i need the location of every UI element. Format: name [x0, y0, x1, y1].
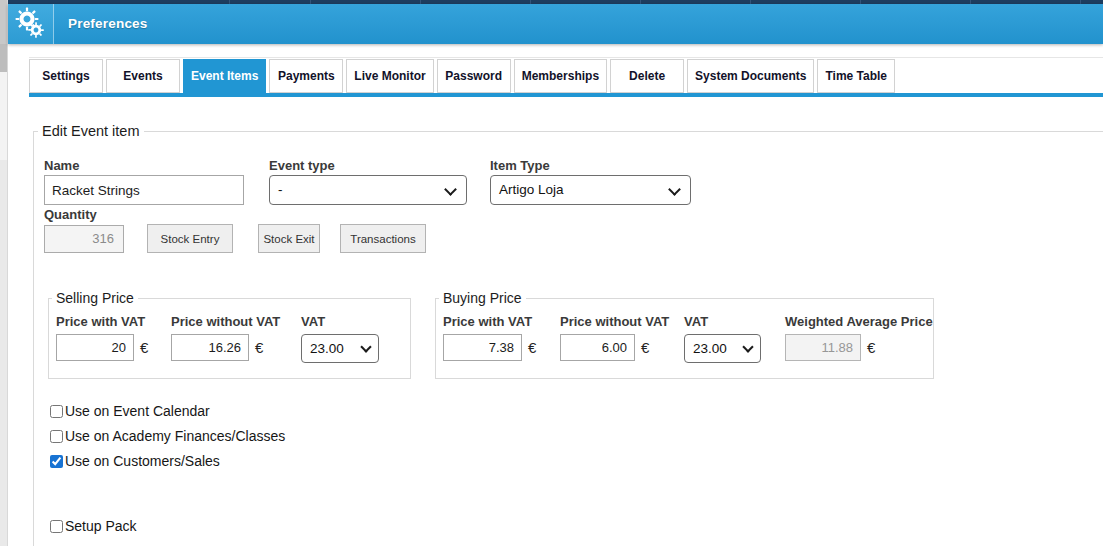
- use-on-academy-finances-checkbox[interactable]: [50, 430, 63, 443]
- tab-events[interactable]: Events: [106, 59, 180, 93]
- selling-vat-select[interactable]: 23.00: [301, 334, 379, 363]
- tab-time-table[interactable]: Time Table: [817, 59, 895, 93]
- tab-system-documents[interactable]: System Documents: [687, 59, 814, 93]
- chevron-down-icon: [742, 341, 753, 352]
- buying-vat-label: VAT: [684, 314, 785, 329]
- edit-event-item-section: Edit Event item Name Event type - Item T…: [33, 123, 1103, 546]
- window-edge-strip: [0, 0, 8, 546]
- tab-live-monitor[interactable]: Live Monitor: [346, 59, 433, 93]
- quantity-label: Quantity: [44, 207, 1103, 222]
- selling-price-with-vat-input[interactable]: [56, 334, 134, 361]
- use-on-event-calendar-row: Use on Event Calendar: [50, 404, 1103, 418]
- euro-symbol: €: [867, 339, 875, 356]
- buying-price-with-vat-input[interactable]: [443, 334, 522, 361]
- usage-options: Use on Event Calendar Use on Academy Fin…: [50, 404, 1103, 533]
- edit-event-item-legend: Edit Event item: [38, 123, 144, 139]
- buying-price-without-vat-label: Price without VAT: [560, 314, 684, 329]
- buying-price-without-vat-input[interactable]: [560, 334, 635, 361]
- item-type-label: Item Type: [490, 158, 691, 173]
- active-tab-underline: [29, 93, 1103, 97]
- event-type-select[interactable]: -: [269, 175, 467, 205]
- setup-pack-row: Setup Pack: [50, 519, 1103, 533]
- selling-price-with-vat-label: Price with VAT: [56, 314, 171, 329]
- buying-vat-select[interactable]: 23.00: [684, 334, 761, 363]
- tab-payments[interactable]: Payments: [269, 59, 343, 93]
- item-type-select[interactable]: Artigo Loja: [490, 175, 691, 205]
- stock-entry-button[interactable]: Stock Entry: [147, 224, 233, 253]
- tab-memberships[interactable]: Memberships: [514, 59, 607, 93]
- tab-event-items[interactable]: Event Items: [183, 59, 266, 93]
- page-title: Preferences: [68, 4, 148, 44]
- tab-bar: Settings Events Event Items Payments Liv…: [29, 59, 895, 93]
- selling-price-legend: Selling Price: [52, 290, 138, 306]
- selling-price-without-vat-label: Price without VAT: [171, 314, 301, 329]
- tab-settings[interactable]: Settings: [29, 59, 103, 93]
- use-on-event-calendar-checkbox[interactable]: [50, 405, 63, 418]
- euro-symbol: €: [641, 339, 649, 356]
- use-on-academy-finances-row: Use on Academy Finances/Classes: [50, 429, 1103, 443]
- tab-password[interactable]: Password: [437, 59, 511, 93]
- gears-icon: [8, 4, 54, 44]
- use-on-customers-sales-checkbox[interactable]: [50, 455, 63, 468]
- buying-price-legend: Buying Price: [439, 290, 526, 306]
- tab-delete[interactable]: Delete: [610, 59, 684, 93]
- name-input[interactable]: [44, 175, 244, 205]
- euro-symbol: €: [140, 339, 148, 356]
- selling-vat-label: VAT: [301, 314, 379, 329]
- stock-exit-button[interactable]: Stock Exit: [258, 224, 320, 253]
- name-label: Name: [44, 158, 244, 173]
- euro-symbol: €: [528, 339, 536, 356]
- weighted-average-price-input: [785, 334, 861, 361]
- selling-price-without-vat-input[interactable]: [171, 334, 249, 361]
- transactions-button[interactable]: Transactions: [340, 224, 426, 253]
- gear-menu-button[interactable]: [8, 4, 54, 44]
- setup-pack-checkbox[interactable]: [50, 520, 63, 533]
- euro-symbol: €: [255, 339, 263, 356]
- buying-price-with-vat-label: Price with VAT: [443, 314, 560, 329]
- use-on-customers-sales-row: Use on Customers/Sales: [50, 454, 1103, 468]
- weighted-average-price-label: Weighted Average Price: [785, 314, 933, 329]
- chevron-down-icon: [360, 341, 371, 352]
- app-header: Preferences: [8, 4, 1103, 44]
- tabstrip-top-border: [29, 57, 1103, 58]
- selling-price-section: Selling Price Price with VAT € Price wit…: [48, 290, 411, 379]
- event-type-label: Event type: [269, 158, 467, 173]
- quantity-input[interactable]: [44, 225, 124, 253]
- buying-price-section: Buying Price Price with VAT € Price with…: [435, 290, 934, 379]
- chevron-down-icon: [444, 183, 457, 196]
- chevron-down-icon: [668, 183, 681, 196]
